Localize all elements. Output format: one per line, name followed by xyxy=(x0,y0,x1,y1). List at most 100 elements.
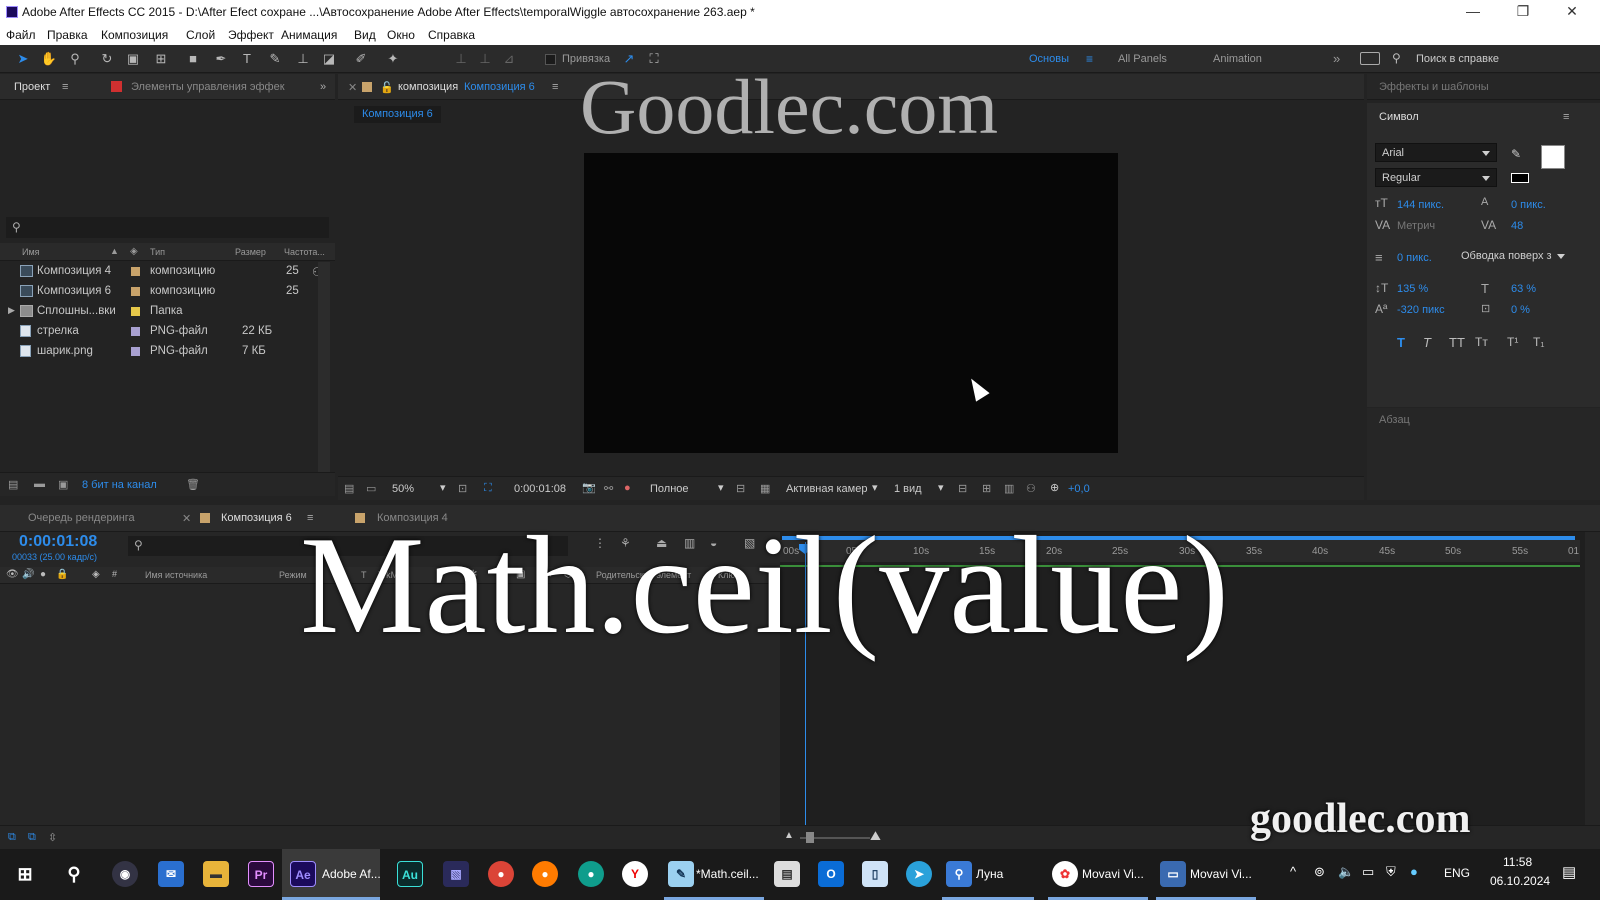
tab-effect-controls[interactable]: Элементы управления эффек xyxy=(131,81,285,93)
app-circle-icon[interactable]: ◉ xyxy=(112,861,138,887)
faux-bold-icon[interactable]: T xyxy=(1397,335,1405,350)
tsume-field[interactable]: 0 % xyxy=(1511,304,1530,316)
zoom-tool-icon[interactable]: ⚲ xyxy=(66,50,84,68)
help-search-input[interactable]: Поиск в справке xyxy=(1416,53,1499,65)
more-workspaces-icon[interactable]: » xyxy=(1333,51,1340,66)
exposure-reset-icon[interactable]: ⊕ xyxy=(1050,481,1059,494)
comp-breadcrumb[interactable]: Композиция 6 xyxy=(354,106,441,123)
minimize-button[interactable]: — xyxy=(1458,3,1488,19)
character-menu-icon[interactable]: ≡ xyxy=(1563,111,1569,123)
flowchart-view-icon[interactable]: ⚇ xyxy=(1026,482,1036,495)
baseline-shift-field[interactable]: -320 пикс xyxy=(1397,304,1445,316)
snap-checkbox[interactable] xyxy=(545,54,556,65)
snapshot-icon[interactable]: 📷 xyxy=(582,481,596,494)
kerning-field[interactable]: Метрич xyxy=(1397,220,1435,232)
label-swatch[interactable] xyxy=(131,287,140,296)
label-swatch[interactable] xyxy=(131,327,140,336)
project-item[interactable]: Композиция 6 композицию 25 xyxy=(6,282,322,301)
volume-icon[interactable]: 🔈 xyxy=(1338,864,1354,880)
zoom-in-icon[interactable]: ⛰ xyxy=(870,828,881,844)
resolution-select[interactable]: Полное xyxy=(650,483,689,495)
label-column-icon[interactable]: ◈ xyxy=(92,569,100,580)
document-icon[interactable]: ▯ xyxy=(862,861,888,887)
stroke-mode-select[interactable]: Обводка поверх з xyxy=(1455,247,1571,266)
taskbar-movavi-2[interactable]: ▭ Movavi Vi... xyxy=(1156,849,1256,900)
always-preview-icon[interactable]: ▤ xyxy=(344,482,354,495)
workspace-animation[interactable]: Animation xyxy=(1213,53,1262,65)
chrome-icon[interactable]: ● xyxy=(488,861,514,887)
telegram-icon[interactable]: ➤ xyxy=(906,861,932,887)
menu-window[interactable]: Окно xyxy=(387,28,415,42)
new-composition-icon[interactable]: ▣ xyxy=(58,478,68,491)
stroke-width-field[interactable]: 0 пикс. xyxy=(1397,252,1432,264)
faux-italic-icon[interactable]: T xyxy=(1423,335,1431,350)
vertical-scale-field[interactable]: 135 % xyxy=(1397,283,1428,295)
font-size-field[interactable]: 144 пикс. xyxy=(1397,199,1444,211)
roto-brush-tool-icon[interactable]: ✐ xyxy=(352,50,370,68)
start-icon[interactable]: ⊞ xyxy=(12,861,38,887)
column-name[interactable]: Имя xyxy=(22,247,40,257)
region-of-interest-icon[interactable]: ▭ xyxy=(366,482,376,495)
exposure-value[interactable]: +0,0 xyxy=(1068,483,1090,495)
eraser-tool-icon[interactable]: ◪ xyxy=(320,50,338,68)
tray-chevron-icon[interactable]: ^ xyxy=(1290,864,1296,879)
camera-select[interactable]: Активная камер xyxy=(786,483,867,495)
toggle-pixel-aspect-icon[interactable]: ⊟ xyxy=(958,482,967,495)
defender-icon[interactable]: ⛨ xyxy=(1386,864,1396,880)
mail-icon[interactable]: ✉ xyxy=(158,861,184,887)
project-item[interactable]: стрелка PNG-файл 22 КБ xyxy=(6,322,322,341)
tray-cloud-icon[interactable]: ● xyxy=(1410,864,1418,879)
menu-view[interactable]: Вид xyxy=(354,28,376,42)
printer-icon[interactable]: ▤ xyxy=(774,861,800,887)
maximize-button[interactable]: ❐ xyxy=(1508,3,1538,20)
tab-project[interactable]: Проект xyxy=(14,81,50,93)
menu-layer[interactable]: Слой xyxy=(186,28,215,42)
close-button[interactable]: ✕ xyxy=(1557,3,1587,20)
show-snapshot-icon[interactable]: ⚯ xyxy=(604,482,613,495)
font-family-select[interactable]: Arial xyxy=(1375,143,1497,162)
toggle-in-out-icon[interactable]: ⇳ xyxy=(48,831,57,844)
trash-icon[interactable]: 🗑 xyxy=(186,478,200,491)
channels-icon[interactable]: ● xyxy=(624,482,631,494)
puppet-tool-icon[interactable]: ✦ xyxy=(384,50,402,68)
toggle-grid-icon[interactable]: ⊡ xyxy=(458,482,467,495)
workspace-essentials[interactable]: Основы xyxy=(1029,53,1069,65)
composition-canvas[interactable] xyxy=(584,153,1118,453)
pen-tool-icon[interactable]: ✒ xyxy=(212,50,230,68)
label-swatch[interactable] xyxy=(131,347,140,356)
input-language[interactable]: ENG xyxy=(1444,866,1470,880)
close-timeline-tab-icon[interactable]: ✕ xyxy=(182,512,191,525)
yandex-browser-icon[interactable]: Y xyxy=(622,861,648,887)
lock-column-icon[interactable]: 🔒 xyxy=(56,569,68,580)
column-size[interactable]: Размер xyxy=(235,247,266,257)
source-name-column[interactable]: Имя источника xyxy=(145,570,207,580)
rectangle-tool-icon[interactable]: ■ xyxy=(184,50,202,68)
menu-effect[interactable]: Эффект xyxy=(228,28,274,42)
sync-settings-icon[interactable] xyxy=(1360,52,1380,65)
project-item[interactable]: Композиция 4 композицию 25 ⚇ xyxy=(6,262,323,281)
clock-date[interactable]: 06.10.2024 xyxy=(1490,874,1550,888)
clone-stamp-tool-icon[interactable]: ⊥ xyxy=(294,50,312,68)
visual-studio-icon[interactable]: ▧ xyxy=(443,861,469,887)
camera-tool-icon[interactable]: ▣ xyxy=(124,50,142,68)
new-folder-icon[interactable]: ▬ xyxy=(34,478,45,490)
axis-local-icon[interactable]: ⊥ xyxy=(452,50,470,68)
search-icon[interactable]: ⚲ xyxy=(61,861,87,887)
camera-dropdown-icon[interactable]: ▾ xyxy=(872,481,878,494)
workspace-menu-icon[interactable]: ≡ xyxy=(1086,52,1093,66)
effects-presets-title[interactable]: Эффекты и шаблоны xyxy=(1379,81,1489,93)
project-item[interactable]: шарик.png PNG-файл 7 КБ xyxy=(6,342,322,361)
black-white-swatch[interactable] xyxy=(1511,173,1529,183)
close-tab-icon[interactable]: ✕ xyxy=(348,81,357,94)
menu-composition[interactable]: Композиция xyxy=(101,28,168,42)
views-dropdown-icon[interactable]: ▾ xyxy=(938,481,944,494)
label-swatch[interactable] xyxy=(131,307,140,316)
resolution-dropdown-icon[interactable]: ▾ xyxy=(718,481,724,494)
axis-world-icon[interactable]: ⊥ xyxy=(476,50,494,68)
eyedropper-icon[interactable]: ✎ xyxy=(1511,147,1521,161)
viewer-timecode[interactable]: 0:00:01:08 xyxy=(514,483,566,495)
rotate-tool-icon[interactable]: ↻ xyxy=(98,50,116,68)
panel-menu-icon[interactable]: ≡ xyxy=(62,81,68,93)
font-style-select[interactable]: Regular xyxy=(1375,168,1497,187)
workspace-all-panels[interactable]: All Panels xyxy=(1118,53,1167,65)
